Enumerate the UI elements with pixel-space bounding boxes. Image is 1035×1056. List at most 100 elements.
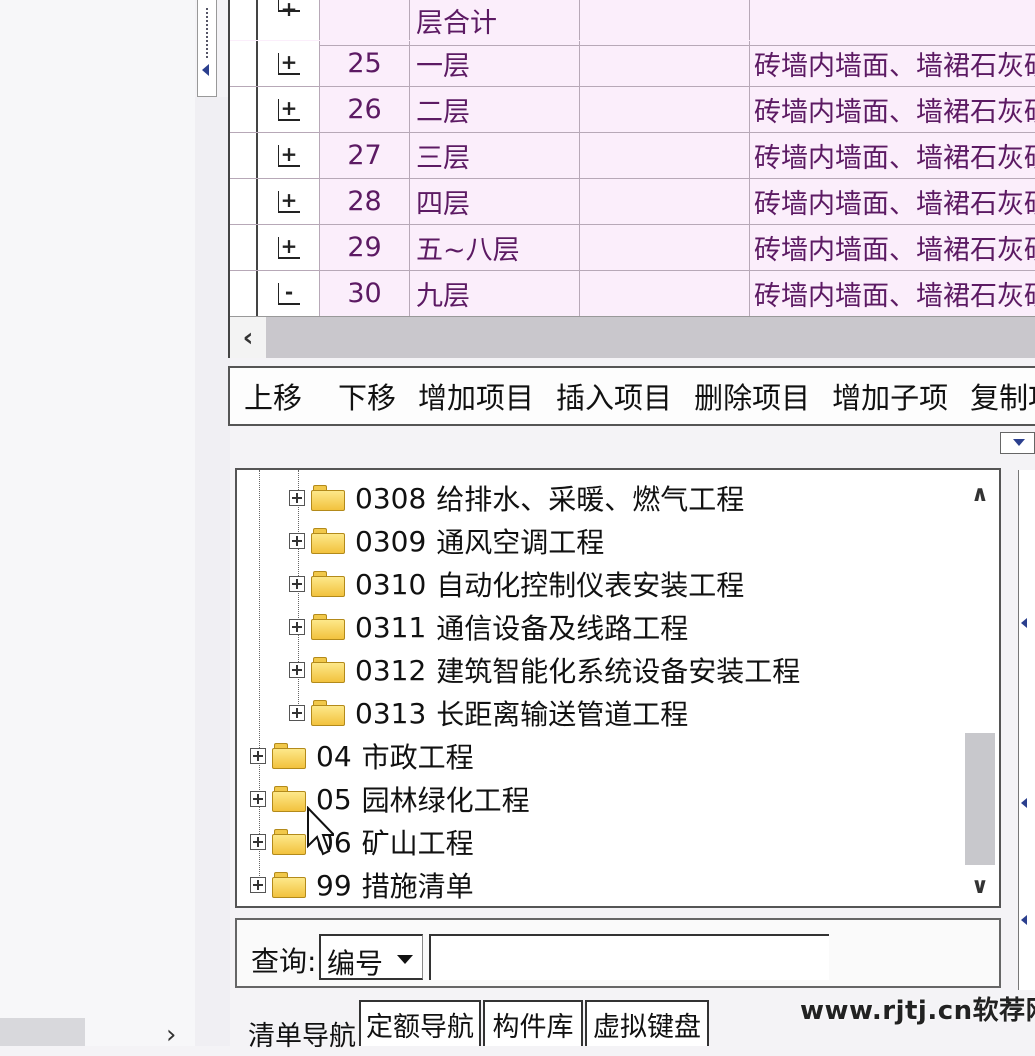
- query-input[interactable]: [429, 934, 829, 980]
- scroll-thumb[interactable]: [965, 733, 995, 865]
- expand-icon[interactable]: [250, 834, 266, 850]
- tree-vertical-scrollbar[interactable]: ∧ ∨: [963, 478, 997, 903]
- tree-node[interactable]: 06 矿山工程: [250, 822, 474, 862]
- tree-node[interactable]: 04 市政工程: [250, 736, 474, 776]
- node-code: 0309: [355, 524, 427, 558]
- row-selector[interactable]: [230, 225, 258, 270]
- copy-item-button[interactable]: 复制项目: [970, 375, 1035, 417]
- move-up-button[interactable]: 上移: [244, 375, 302, 417]
- row-selector[interactable]: [230, 87, 258, 132]
- tab-list-navigation[interactable]: 清单导航: [243, 1010, 361, 1056]
- tree-node[interactable]: 0309 通风空调工程: [289, 521, 604, 561]
- expand-icon[interactable]: [289, 490, 305, 506]
- expand-button[interactable]: +: [258, 133, 320, 178]
- row-selector[interactable]: [230, 41, 258, 86]
- panel-dropdown[interactable]: [1000, 432, 1035, 454]
- folder-icon: [311, 485, 345, 511]
- query-field-select[interactable]: 编号: [319, 934, 423, 980]
- horizontal-scrollbar[interactable]: ‹: [230, 316, 1035, 358]
- node-code: 04: [316, 739, 352, 773]
- left-scroll-thumb[interactable]: [0, 1018, 85, 1046]
- expand-button[interactable]: +: [258, 179, 320, 224]
- row-selector[interactable]: [230, 133, 258, 178]
- expand-button[interactable]: +: [258, 225, 320, 270]
- tree-node[interactable]: 0310 自动化控制仪表安装工程: [289, 564, 744, 604]
- row-number: 27: [320, 133, 410, 178]
- node-name: 自动化控制仪表安装工程: [436, 569, 745, 602]
- row-empty-cell: [580, 179, 750, 224]
- add-child-button[interactable]: 增加子项: [832, 375, 948, 417]
- delete-item-button[interactable]: 删除项目: [694, 375, 810, 417]
- row-name: 一层: [410, 41, 580, 86]
- tab-quota-navigation[interactable]: 定额导航: [359, 1000, 481, 1046]
- row-empty-cell: [580, 0, 750, 40]
- expand-button[interactable]: +: [258, 41, 320, 86]
- grip-dots-icon: [206, 8, 208, 58]
- folder-icon: [272, 829, 306, 855]
- splitter-strip: [195, 97, 230, 1046]
- table-row[interactable]: + 26 二层 砖墙内墙面、墙裙石灰砂浆: [230, 87, 1035, 133]
- tree-node[interactable]: 0311 通信设备及线路工程: [289, 607, 688, 647]
- row-number: 25: [320, 41, 410, 86]
- expand-icon[interactable]: [289, 533, 305, 549]
- tree-node[interactable]: 99 措施清单: [250, 865, 474, 905]
- row-name: 二层: [410, 87, 580, 132]
- list-tree: 0308 给排水、采暖、燃气工程 0309 通风空调工程 0310 自动化控制仪…: [235, 468, 1001, 908]
- table-row[interactable]: + 29 五~八层 砖墙内墙面、墙裙石灰砂浆: [230, 225, 1035, 271]
- expand-icon[interactable]: [250, 791, 266, 807]
- row-name: 九层: [410, 271, 580, 316]
- row-selector[interactable]: [230, 179, 258, 224]
- collapse-left-icon[interactable]: [1021, 618, 1027, 628]
- row-name: 五~八层: [410, 225, 580, 270]
- insert-item-button[interactable]: 插入项目: [556, 375, 672, 417]
- tab-virtual-keyboard[interactable]: 虚拟键盘: [585, 1000, 709, 1046]
- expand-icon[interactable]: [289, 705, 305, 721]
- move-down-button[interactable]: 下移: [338, 375, 396, 417]
- node-name: 通信设备及线路工程: [436, 612, 689, 645]
- add-item-button[interactable]: 增加项目: [418, 375, 534, 417]
- table-row[interactable]: + 层合计: [230, 0, 1035, 46]
- row-empty-cell: [580, 271, 750, 316]
- chevron-up-icon[interactable]: ∧: [971, 482, 989, 507]
- expand-button[interactable]: +: [258, 87, 320, 132]
- expand-icon[interactable]: [289, 576, 305, 592]
- collapse-button[interactable]: -: [258, 271, 320, 316]
- node-code: 0312: [355, 653, 427, 687]
- query-bar: 查询: 编号: [235, 918, 1001, 988]
- tree-node[interactable]: 0313 长距离输送管道工程: [289, 693, 688, 733]
- splitter-handle[interactable]: [197, 0, 217, 97]
- row-number: [320, 0, 410, 40]
- table-row[interactable]: + 25 一层 砖墙内墙面、墙裙石灰砂浆: [230, 41, 1035, 87]
- tree-node[interactable]: 0312 建筑智能化系统设备安装工程: [289, 650, 800, 690]
- row-selector[interactable]: [230, 271, 258, 316]
- collapse-left-icon[interactable]: [202, 64, 209, 76]
- node-name: 园林绿化工程: [361, 784, 530, 817]
- node-name: 建筑智能化系统设备安装工程: [436, 655, 801, 688]
- left-blank-pane: [0, 0, 195, 1046]
- row-name: 三层: [410, 133, 580, 178]
- chevron-down-icon[interactable]: ∨: [971, 874, 989, 899]
- node-name: 措施清单: [361, 870, 474, 903]
- row-number: 26: [320, 87, 410, 132]
- row-selector[interactable]: [230, 0, 258, 40]
- expand-button[interactable]: +: [258, 0, 320, 40]
- row-description: 砖墙内墙面、墙裙石灰砂浆: [754, 97, 1035, 128]
- expand-icon[interactable]: [289, 619, 305, 635]
- table-row[interactable]: + 27 三层 砖墙内墙面、墙裙石灰砂浆: [230, 133, 1035, 179]
- node-name: 矿山工程: [361, 827, 474, 860]
- collapse-left-icon[interactable]: [1021, 915, 1027, 925]
- folder-icon: [311, 571, 345, 597]
- tree-node[interactable]: 05 园林绿化工程: [250, 779, 530, 819]
- tree-node[interactable]: 0308 给排水、采暖、燃气工程: [289, 478, 744, 518]
- node-code: 0311: [355, 610, 427, 644]
- row-name: 层合计: [410, 0, 580, 40]
- table-row[interactable]: + 28 四层 砖墙内墙面、墙裙石灰砂浆: [230, 179, 1035, 225]
- expand-icon[interactable]: [250, 877, 266, 893]
- table-row[interactable]: - 30 九层 砖墙内墙面、墙裙石灰砂浆: [230, 271, 1035, 317]
- collapse-left-icon[interactable]: [1021, 798, 1027, 808]
- expand-icon[interactable]: [289, 662, 305, 678]
- row-name: 四层: [410, 179, 580, 224]
- expand-icon[interactable]: [250, 748, 266, 764]
- tab-component-library[interactable]: 构件库: [483, 1000, 583, 1046]
- scroll-left-icon[interactable]: ‹: [230, 317, 266, 358]
